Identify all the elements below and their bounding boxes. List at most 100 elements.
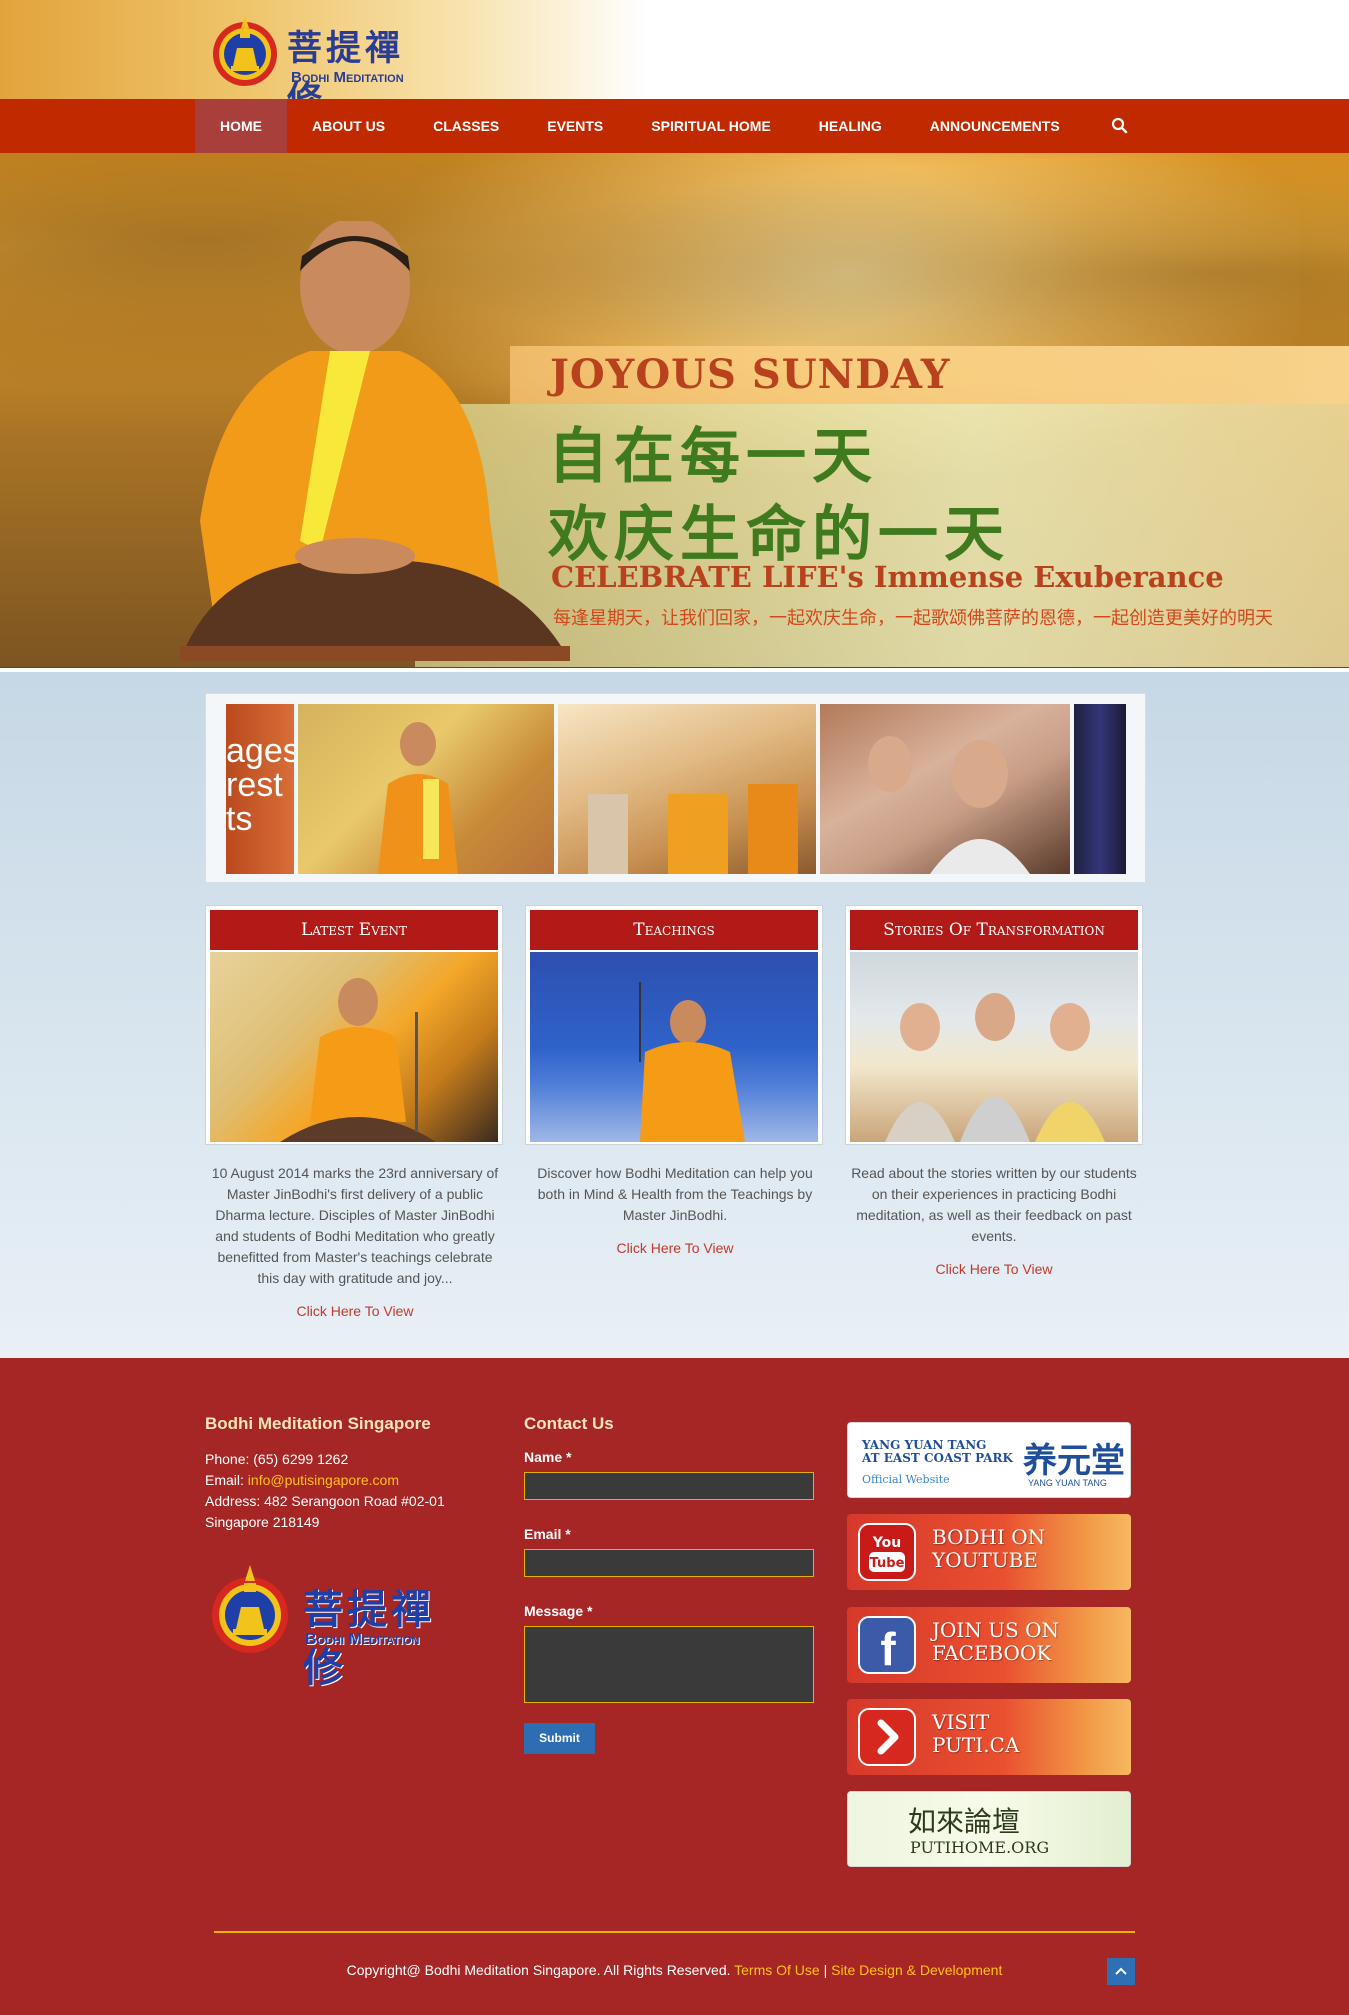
teachings-description: Discover how Bodhi Meditation can help y… (525, 1163, 825, 1259)
nav-menu: HOME ABOUT US CLASSES EVENTS SPIRITUAL H… (195, 99, 1084, 153)
footer-address-2: Singapore 218149 (205, 1514, 320, 1530)
audience-image (868, 736, 1030, 874)
banner-text: YANG YUAN TANG AT EAST COAST PARK (862, 1439, 1013, 1465)
photo-carousel[interactable]: ages rest ts (205, 693, 1146, 883)
message-textarea[interactable] (524, 1626, 814, 1703)
master-portrait-image (180, 221, 570, 661)
footer-phone: Phone: (65) 6299 1262 (205, 1451, 349, 1467)
submit-button[interactable]: Submit (524, 1723, 595, 1754)
putihome-text: PUTIHOME.ORG (910, 1838, 1050, 1857)
footer-address-1: Address: 482 Serangoon Road #02-01 (205, 1493, 445, 1509)
latest-event-image[interactable] (210, 952, 498, 1142)
latest-event-card[interactable]: Latest Event (205, 905, 503, 1145)
main-nav: HOME ABOUT US CLASSES EVENTS SPIRITUAL H… (0, 99, 1349, 153)
nav-item-classes[interactable]: CLASSES (409, 99, 523, 153)
yang-yuan-tang-banner[interactable]: YANG YUAN TANG AT EAST COAST PARK Officia… (847, 1422, 1131, 1498)
hero-chinese-line-1: 自在每一天 (548, 422, 878, 492)
footer-email-link[interactable]: info@putisingapore.com (248, 1472, 399, 1488)
name-label: Name * (524, 1449, 572, 1465)
carousel-slide[interactable] (558, 704, 816, 874)
latest-event-description: 10 August 2014 marks the 23rd anniversar… (205, 1163, 505, 1322)
putihome-chinese: 如來論壇 (908, 1805, 1021, 1838)
svg-text:You: You (872, 1535, 901, 1551)
teachings-card[interactable]: Teachings (525, 905, 823, 1145)
teachings-view-link[interactable]: Click Here To View (525, 1238, 825, 1259)
hero-banner[interactable]: JOYOUS SUNDAY 自在每一天 欢庆生命的一天 CELEBRATE LI… (0, 153, 1349, 668)
stupa-logo-icon (213, 16, 277, 86)
stories-image[interactable] (850, 952, 1138, 1142)
footer-email-label: Email: (205, 1472, 248, 1488)
carousel-slide[interactable]: ages rest ts (226, 704, 294, 874)
latest-event-view-link[interactable]: Click Here To View (205, 1301, 505, 1322)
stories-view-link[interactable]: Click Here To View (844, 1259, 1144, 1280)
facebook-banner-text: JOIN US ON FACEBOOK (932, 1618, 1059, 1665)
ceremony-image (588, 784, 798, 874)
yyt-line2: AT EAST COAST PARK (862, 1451, 1013, 1465)
hero-divider (0, 667, 1349, 668)
card-text: 10 August 2014 marks the 23rd anniversar… (211, 1165, 499, 1286)
master-seated-image (280, 978, 436, 1142)
stupa-logo-icon (212, 1565, 288, 1653)
footer-separator: | (823, 1962, 828, 1978)
footer-email-line: Email: info@putisingapore.com (205, 1470, 445, 1491)
name-input[interactable] (524, 1472, 814, 1500)
putihome-banner[interactable]: 如來論壇 PUTIHOME.ORG (847, 1791, 1131, 1867)
email-input[interactable] (524, 1549, 814, 1577)
header: 菩提禪修 Bodhi Meditation (0, 0, 1349, 120)
card-text: Discover how Bodhi Meditation can help y… (537, 1165, 813, 1223)
card-text: Read about the stories written by our st… (851, 1165, 1137, 1244)
svg-text:f: f (880, 1623, 896, 1675)
site-logo[interactable]: 菩提禪修 Bodhi Meditation (207, 6, 437, 120)
facebook-banner[interactable]: f JOIN US ON FACEBOOK (847, 1607, 1131, 1683)
footer-org-heading: Bodhi Meditation Singapore (205, 1414, 431, 1433)
nav-item-events[interactable]: EVENTS (523, 99, 627, 153)
card-title: Stories Of Transformation (850, 910, 1138, 950)
nav-item-healing[interactable]: HEALING (795, 99, 906, 153)
site-design-link[interactable]: Site Design & Development (831, 1962, 1002, 1978)
facebook-icon: f (858, 1616, 916, 1675)
card-title: Latest Event (210, 910, 498, 950)
carousel-slide-text: ages rest ts (226, 732, 294, 838)
puti-banner[interactable]: VISIT PUTI.CA (847, 1699, 1131, 1775)
search-icon[interactable] (1110, 116, 1130, 136)
footer-logo-english: Bodhi Meditation (305, 1631, 420, 1648)
footer-logo: 菩提禪修 Bodhi Meditation (205, 1553, 475, 1691)
nav-item-home[interactable]: HOME (195, 99, 287, 153)
stories-description: Read about the stories written by our st… (844, 1163, 1144, 1280)
copyright-text: Copyright@ Bodhi Meditation Singapore. A… (346, 1962, 731, 1978)
nav-item-announcements[interactable]: ANNOUNCEMENTS (906, 99, 1084, 153)
hero-subtitle: CELEBRATE LIFE's Immense Exuberance (551, 560, 1224, 594)
nav-item-about-us[interactable]: ABOUT US (287, 99, 409, 153)
carousel-slide[interactable] (820, 704, 1070, 874)
carousel-slide[interactable] (298, 704, 554, 874)
youtube-banner[interactable]: You Tube BODHI ON YOUTUBE (847, 1514, 1131, 1590)
hero-title: JOYOUS SUNDAY (550, 351, 951, 398)
svg-text:Tube: Tube (870, 1556, 905, 1571)
master-incense-image (639, 982, 745, 1142)
footer-contact-info: Phone: (65) 6299 1262 Email: info@putisi… (205, 1449, 445, 1533)
stories-card[interactable]: Stories Of Transformation (845, 905, 1143, 1145)
hero-chinese-caption: 每逢星期天，让我们回家，一起欢庆生命，一起歌颂佛菩萨的恩德，一起创造更美好的明天 (553, 608, 1273, 629)
yyt-line1: YANG YUAN TANG (862, 1438, 987, 1452)
youtube-icon: You Tube (858, 1523, 916, 1581)
yyt-official: Official Website (862, 1473, 950, 1486)
email-label: Email * (524, 1526, 571, 1542)
back-to-top-icon[interactable] (1107, 1958, 1135, 1985)
copyright-bar: Copyright@ Bodhi Meditation Singapore. A… (0, 1962, 1349, 1978)
yyt-small: YANG YUAN TANG (1028, 1478, 1107, 1488)
message-label: Message * (524, 1603, 593, 1619)
students-group-image (885, 993, 1105, 1142)
logo-english-text: Bodhi Meditation (291, 69, 404, 86)
card-title: Teachings (530, 910, 818, 950)
carousel-slide[interactable] (1074, 704, 1126, 874)
master-teaching-image (378, 722, 458, 874)
contact-heading: Contact Us (524, 1414, 614, 1433)
yyt-chinese: 养元堂 (1023, 1441, 1125, 1481)
youtube-banner-text: BODHI ON YOUTUBE (932, 1525, 1046, 1572)
footer-divider (214, 1931, 1135, 1933)
terms-link[interactable]: Terms Of Use (734, 1962, 820, 1978)
teachings-image[interactable] (530, 952, 818, 1142)
chevron-right-icon (858, 1708, 916, 1766)
nav-item-spiritual-home[interactable]: SPIRITUAL HOME (627, 99, 795, 153)
puti-banner-text: VISIT PUTI.CA (932, 1710, 1020, 1757)
